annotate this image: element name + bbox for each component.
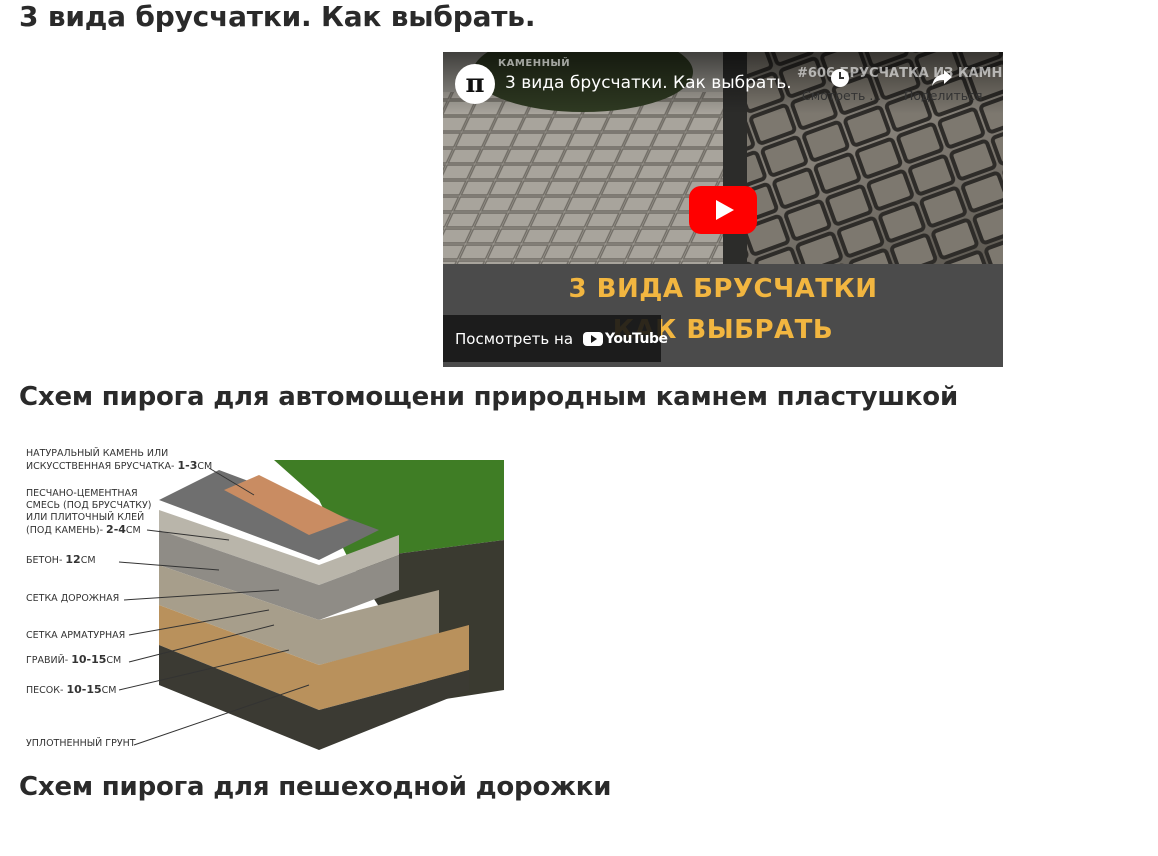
share-button[interactable]: Поделиться — [897, 62, 987, 102]
watch-on-youtube-button[interactable]: Посмотреть на YouTube — [443, 315, 668, 362]
label-concrete: БЕТОН- 12СМ — [26, 553, 96, 567]
label-mortar: ПЕСЧАНО-ЦЕМЕНТНАЯ СМЕСЬ (ПОД БРУСЧАТКУ) … — [26, 488, 152, 536]
watch-on-label: Посмотреть на — [455, 329, 574, 348]
share-label: Поделиться — [904, 88, 983, 103]
channel-avatar[interactable]: π — [455, 64, 495, 104]
play-button[interactable] — [689, 186, 757, 234]
share-arrow-icon — [897, 62, 987, 90]
thumbnail-caption-line1: 3 ВИДА БРУСЧАТКИ — [568, 274, 878, 304]
clock-icon — [795, 62, 885, 90]
youtube-embed[interactable]: 3 ВИДА БРУСЧАТКИ КАК ВЫБРАТЬ КАМЕННЫЙ π … — [443, 52, 1003, 367]
label-stone: НАТУРАЛЬНЫЙ КАМЕНЬ ИЛИ ИСКУССТВЕННАЯ БРУ… — [26, 448, 213, 472]
label-road-mesh: СЕТКА ДОРОЖНАЯ — [26, 593, 120, 604]
section-heading-walkway: Схем пирога для пешеходной дорожки — [19, 772, 612, 802]
channel-name: КАМЕННЫЙ — [498, 58, 571, 69]
label-gravel: ГРАВИЙ- 10-15СМ — [26, 653, 122, 667]
label-rebar-mesh: СЕТКА АРМАТУРНАЯ — [26, 630, 126, 641]
youtube-logo: YouTube — [583, 330, 668, 347]
video-title-link[interactable]: 3 вида брусчатки. Как выбрать. — [505, 73, 792, 93]
youtube-play-icon — [583, 331, 604, 346]
youtube-wordmark: YouTube — [605, 330, 668, 347]
paving-layers-diagram: НАТУРАЛЬНЫЙ КАМЕНЬ ИЛИ ИСКУССТВЕННАЯ БРУ… — [19, 440, 504, 755]
section-heading-car-paving: Схем пирога для автомощени природным кам… — [19, 382, 958, 412]
watch-later-label: Смотреть ... — [802, 88, 882, 103]
page-title: 3 вида брусчатки. Как выбрать. — [19, 0, 536, 33]
label-sand: ПЕСОК- 10-15СМ — [26, 683, 117, 697]
label-compacted-ground: УПЛОТНЕННЫЙ ГРУНТ — [26, 738, 136, 749]
watch-later-button[interactable]: Смотреть ... — [795, 62, 885, 102]
